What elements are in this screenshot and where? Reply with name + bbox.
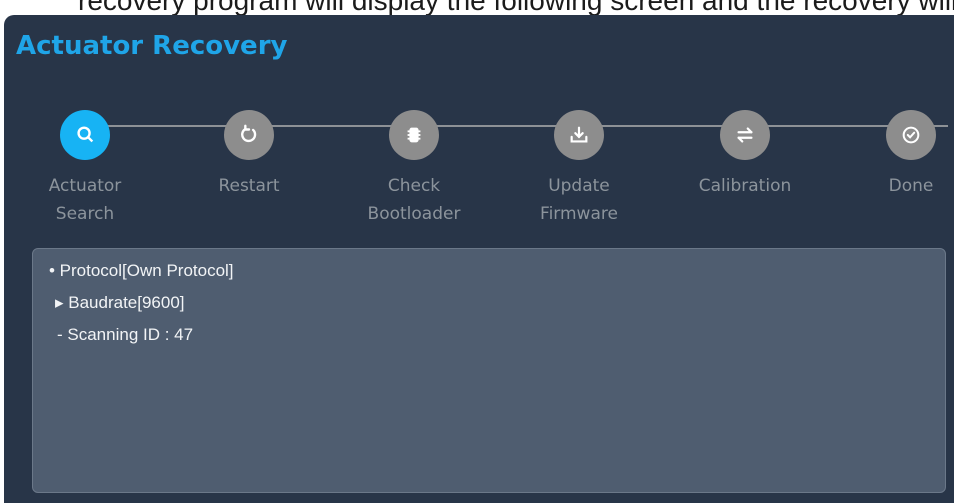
step-circle-update-firmware — [554, 110, 604, 160]
step-circle-restart — [224, 110, 274, 160]
log-line-protocol: • Protocol[Own Protocol] — [49, 261, 234, 280]
chip-icon — [407, 127, 421, 143]
step-done: Done — [846, 110, 954, 200]
step-label: Update Firmware — [540, 176, 618, 224]
step-label: Restart — [218, 176, 280, 196]
step-circle-done — [886, 110, 936, 160]
recovery-panel: Actuator Recovery Actuator Search Restar… — [4, 15, 954, 503]
step-label: Actuator Search — [48, 176, 122, 224]
background-document-strip: recovery program will display the follow… — [0, 0, 954, 15]
step-calibration: Calibration — [680, 110, 810, 200]
step-update-firmware: Update Firmware — [514, 110, 644, 228]
check-circle-icon — [902, 126, 920, 144]
step-label: Calibration — [698, 176, 792, 196]
panel-title: Actuator Recovery — [16, 31, 288, 61]
step-check-bootloader: Check Bootloader — [349, 110, 479, 228]
download-icon — [570, 126, 588, 143]
step-label: Check Bootloader — [367, 176, 461, 224]
step-actuator-search: Actuator Search — [20, 110, 150, 228]
restart-icon — [241, 124, 257, 143]
log-line-baudrate: ▸ Baudrate[9600] — [55, 293, 185, 312]
recovery-log-box[interactable]: • Protocol[Own Protocol] ▸ Baudrate[9600… — [32, 248, 946, 493]
search-icon — [77, 126, 94, 143]
log-line-scanning-id: - Scanning ID : 47 — [57, 325, 194, 344]
step-label: Done — [888, 176, 934, 196]
step-circle-calibration — [720, 110, 770, 160]
step-circle-check-bootloader — [389, 110, 439, 160]
background-caption: recovery program will display the follow… — [78, 0, 954, 15]
step-restart: Restart — [184, 110, 314, 200]
step-circle-actuator-search — [60, 110, 110, 160]
swap-arrows-icon — [737, 127, 753, 143]
